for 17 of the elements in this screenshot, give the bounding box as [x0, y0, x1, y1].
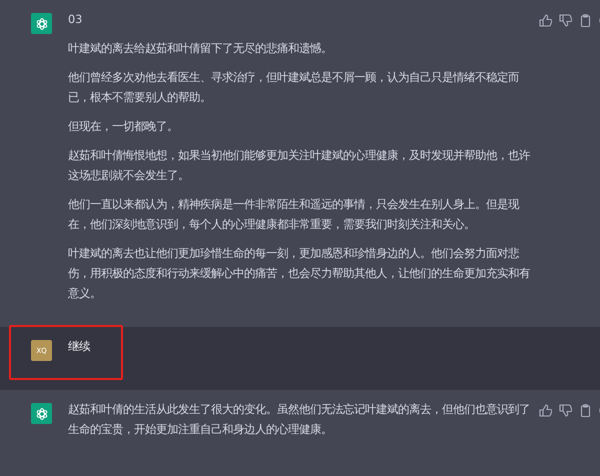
thumbs-up-icon[interactable] [539, 404, 552, 417]
message-paragraph: 叶建斌的离去给赵茹和叶倩留下了无尽的悲痛和遗憾。 [68, 41, 333, 57]
message-paragraph: 他们曾经多次劝他去看医生、寻求治疗，但叶建斌总是不屑一顾，认为自己只是情绪不稳定而已，根本不需要别人的帮助。 [68, 70, 520, 106]
thumbs-down-icon[interactable] [559, 14, 572, 27]
thumbs-down-icon[interactable] [559, 404, 572, 417]
assistant-avatar-icon [31, 403, 52, 424]
message-paragraph: 叶建斌的离去也让他们更加珍惜生命的每一刻，更加感恩和珍惜身边的人。他们会努力面对悲伤，用积极的态度和行动来缓解心中的痛苦，也会尽力帮助其他人，让他们的生命更加充实和有意义。 [68, 246, 530, 302]
assistant-avatar-icon [31, 13, 52, 34]
message-paragraph: 他们一直以来都认为，精神疾病是一件非常陌生和遥远的事情，只会发生在别人身上。但是现在，他们深刻地意识到，每个人的心理健康都非常重要，需要我们时刻关注和关心。 [68, 197, 520, 233]
user-message: 继续 [68, 339, 92, 355]
clipboard-icon[interactable] [579, 404, 592, 417]
message-paragraph: 但现在，一切都晚了。 [68, 119, 179, 135]
thumbs-up-icon[interactable] [539, 14, 552, 27]
clipboard-icon[interactable] [579, 14, 592, 27]
message-paragraph: 赵茹和叶倩悔恨地想，如果当初他们能够更加关注叶建斌的心理健康，及时发现并帮助他，也许这场悲剧就不会发生了。 [68, 148, 530, 184]
message-paragraph: 03 [68, 12, 84, 28]
message-paragraph: 赵茹和叶倩的生活从此发生了很大的变化。虽然他们无法忘记叶建斌的离去，但他们也意识到了生命的宝贵，开始更加注重自己和身边人的心理健康。 [68, 402, 530, 438]
